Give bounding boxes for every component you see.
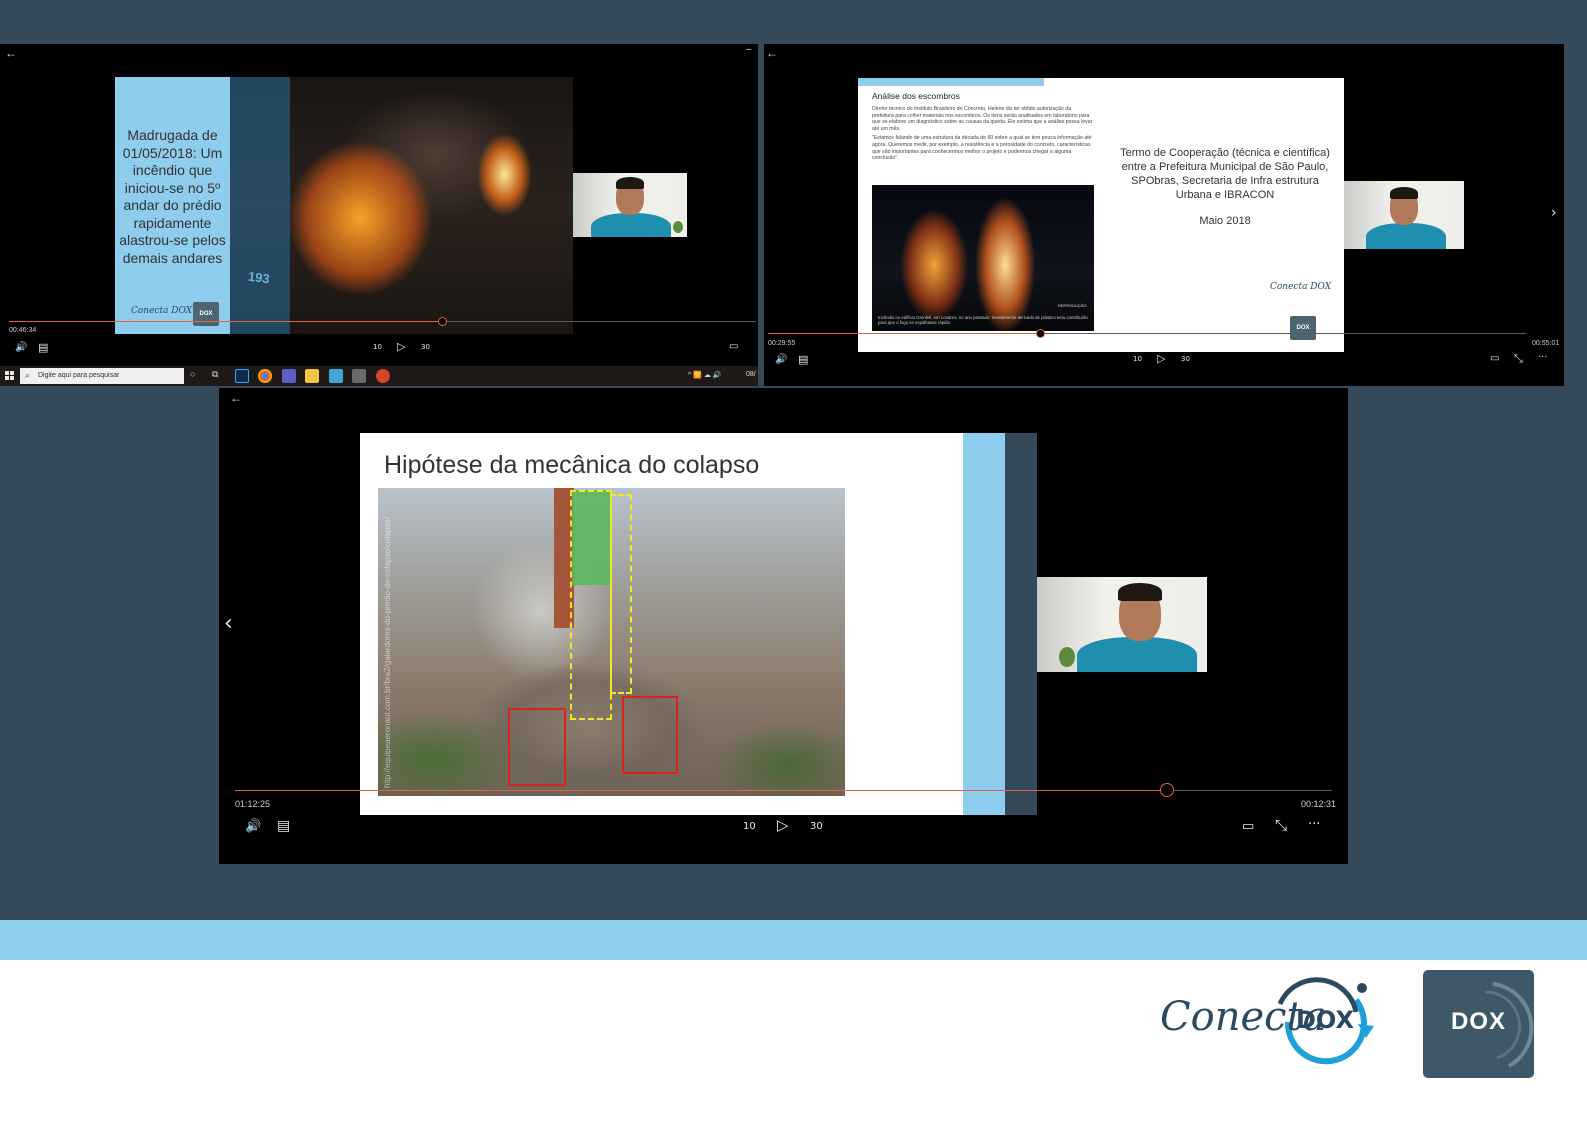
movies-tv-icon[interactable]	[352, 369, 366, 383]
back-arrow-icon[interactable]: ←	[766, 47, 778, 59]
rewind-10-button[interactable]: 10	[743, 822, 756, 832]
more-options-icon[interactable]: ···	[1308, 818, 1320, 831]
remaining-time: 00:12:31	[1301, 799, 1337, 809]
fire-truck-number: 193	[247, 268, 271, 287]
dox-logo-box: DOX	[1290, 316, 1316, 340]
windows-start-icon[interactable]	[5, 371, 14, 380]
back-arrow-icon[interactable]: ←	[5, 47, 17, 59]
elapsed-time: 00:46:34	[9, 327, 37, 334]
slide-paragraph-1: Diretor técnico do Instituto Brasileiro …	[872, 106, 1093, 132]
miniplayer-icon[interactable]: ▭	[1490, 354, 1499, 364]
forward-30-button[interactable]: 30	[421, 344, 430, 351]
miniplayer-icon[interactable]: ▭	[1242, 820, 1254, 833]
search-placeholder: Digite aqui para pesquisar	[38, 372, 120, 379]
play-button[interactable]: ▷	[777, 818, 789, 833]
yellow-dashed-outline	[570, 490, 612, 720]
teams-icon[interactable]	[282, 369, 296, 383]
file-explorer-icon[interactable]	[305, 369, 319, 383]
presentation-slide-fire: Madrugada de 01/05/2018: Um incêndio que…	[115, 77, 573, 334]
slide-title: Análise dos escombros	[872, 91, 960, 101]
yellow-dashed-outline-2	[610, 494, 632, 694]
elapsed-time: 00:29:55	[768, 340, 796, 347]
chrome-icon[interactable]	[258, 369, 272, 383]
slide-body-text: Diretor técnico do Instituto Brasileiro …	[872, 106, 1094, 162]
captions-icon[interactable]: ▤	[38, 342, 48, 353]
volume-icon[interactable]: 🔊	[245, 820, 261, 833]
play-button[interactable]: ▷	[1157, 353, 1165, 364]
slide-caption: Madrugada de 01/05/2018: Um incêndio que…	[119, 127, 226, 266]
system-tray[interactable]: ^ 🛜 ☁ 🔊	[688, 371, 722, 379]
cooperation-text: Termo de Cooperação (técnica e científic…	[1120, 147, 1330, 201]
conecta-dox-logo-small: Conecta DOX	[1270, 282, 1332, 292]
slide-paragraph-2: "Estamos falando de uma estrutura da déc…	[872, 135, 1092, 162]
previous-slide-icon[interactable]: ‹	[224, 613, 233, 635]
webcam-presenter-1	[573, 173, 687, 237]
captions-icon[interactable]: ▤	[277, 819, 290, 833]
light-blue-accent-band	[0, 920, 1587, 960]
dox-wordmark: DOX	[1296, 1006, 1354, 1034]
captions-icon[interactable]: ▤	[798, 354, 808, 365]
search-icon: ⌕	[25, 371, 30, 380]
volume-icon[interactable]: 🔊	[775, 355, 787, 365]
conecta-dox-logo-small: Conecta DOX	[131, 306, 193, 316]
presentation-slide-collapse-hypothesis: Hipótese da mecânica do colapso http://e…	[360, 433, 1037, 815]
photo-source-url: http://equipeaeronaut.com.br/bra2/galard…	[383, 517, 392, 788]
slide-dark-strip	[1005, 433, 1037, 815]
play-button[interactable]: ▷	[397, 341, 405, 352]
miniplayer-icon[interactable]: ▭	[729, 342, 738, 352]
seek-bar[interactable]	[768, 333, 1526, 334]
photo-caption: Incêndio no edifício Grenfell, em Londre…	[878, 315, 1088, 326]
cortana-icon[interactable]: ○	[190, 369, 204, 383]
exit-fullscreen-icon[interactable]: ⤡	[1275, 818, 1287, 833]
forward-30-button[interactable]: 30	[1181, 356, 1190, 363]
slide-date: Maio 2018	[1199, 215, 1251, 227]
red-highlight-box-right	[622, 696, 678, 774]
video-player-1[interactable]: ← – Madrugada de 01/05/2018: Um incêndio…	[0, 44, 758, 366]
taskbar-search-input[interactable]: ⌕ Digite aqui para pesquisar	[20, 368, 184, 384]
minimize-icon[interactable]: –	[746, 45, 752, 55]
dox-logo-box: DOX	[193, 302, 219, 326]
rewind-10-button[interactable]: 10	[1133, 356, 1142, 363]
seek-bar-thumb[interactable]	[1160, 783, 1175, 797]
video-player-2[interactable]: ← Análise dos escombros Diretor técnico …	[764, 44, 1564, 386]
task-view-icon[interactable]: ⧉	[212, 369, 226, 383]
grenfell-fire-photo	[872, 185, 1094, 331]
forward-30-button[interactable]: 30	[810, 822, 823, 832]
volume-icon[interactable]: 🔊	[15, 343, 27, 353]
conecta-dox-logo: Conecta DOX	[1160, 972, 1380, 1072]
dox-logo-text: DOX	[1450, 1008, 1506, 1035]
dox-logo-box-large: DOX	[1423, 970, 1534, 1078]
browser-icon[interactable]	[376, 369, 390, 383]
photoshop-icon[interactable]	[235, 369, 249, 383]
presentation-slide-debris-analysis: Análise dos escombros Diretor técnico do…	[858, 78, 1344, 352]
collapse-aerial-photo: http://equipeaeronaut.com.br/bra2/galard…	[378, 488, 845, 796]
elapsed-time: 01:12:25	[235, 799, 271, 809]
red-highlight-box-left	[508, 708, 566, 786]
slide-title: Hipótese da mecânica do colapso	[384, 451, 760, 479]
seek-bar[interactable]	[9, 321, 756, 322]
rewind-10-button[interactable]: 10	[373, 344, 382, 351]
webcam-presenter-3	[1037, 577, 1207, 672]
exit-fullscreen-icon[interactable]: ⤡	[1514, 353, 1523, 364]
slide-accent-bar	[858, 78, 1044, 86]
more-options-icon[interactable]: ···	[1538, 353, 1548, 363]
windows-taskbar: ⌕ Digite aqui para pesquisar ○ ⧉ ^ 🛜 ☁ 🔊…	[0, 366, 758, 386]
slide-blue-strip	[963, 433, 1005, 815]
fire-truck-overlay	[230, 77, 290, 334]
next-slide-icon[interactable]: ›	[1551, 206, 1557, 220]
photo-credit: REPRODUÇÃO	[1058, 303, 1087, 308]
clock: 08/	[746, 371, 756, 378]
remaining-time: 00:55:01	[1532, 340, 1560, 347]
webcam-presenter-2	[1344, 181, 1464, 249]
video-player-3[interactable]: ← Hipótese da mecânica do colapso http:/…	[219, 388, 1348, 864]
app-icon[interactable]	[329, 369, 343, 383]
seek-bar-thumb[interactable]	[437, 317, 447, 326]
back-arrow-icon[interactable]: ←	[230, 392, 242, 404]
